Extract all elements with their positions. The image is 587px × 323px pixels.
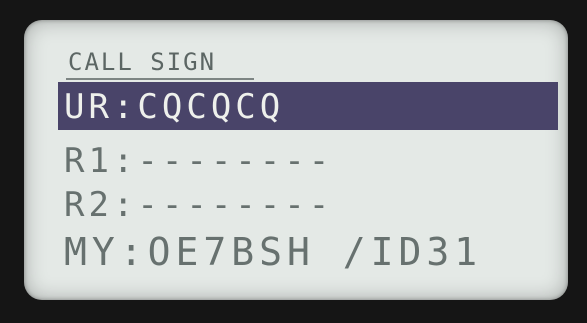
callsign-label-ur: UR:: [64, 87, 138, 127]
callsign-row-r1[interactable]: R1:--------: [64, 144, 568, 178]
callsign-row-ur[interactable]: UR:CQCQCQ: [64, 90, 568, 124]
callsign-label-my: MY:: [64, 230, 148, 274]
screen-title: CALL SIGN: [68, 48, 217, 76]
callsign-label-r2: R2:: [64, 185, 138, 225]
callsign-value-ur: CQCQCQ: [137, 87, 285, 127]
callsign-value-my: OE7BSH /ID31: [147, 230, 483, 274]
callsign-label-r1: R1:: [64, 141, 138, 181]
lcd-screen: CALL SIGN UR:CQCQCQ R1:-------- R2:-----…: [24, 20, 568, 300]
title-underline: [66, 78, 254, 80]
callsign-value-r1: --------: [137, 141, 334, 181]
callsign-value-r2: --------: [137, 185, 334, 225]
callsign-row-r2[interactable]: R2:--------: [64, 188, 568, 222]
callsign-row-my[interactable]: MY:OE7BSH /ID31: [64, 233, 568, 271]
